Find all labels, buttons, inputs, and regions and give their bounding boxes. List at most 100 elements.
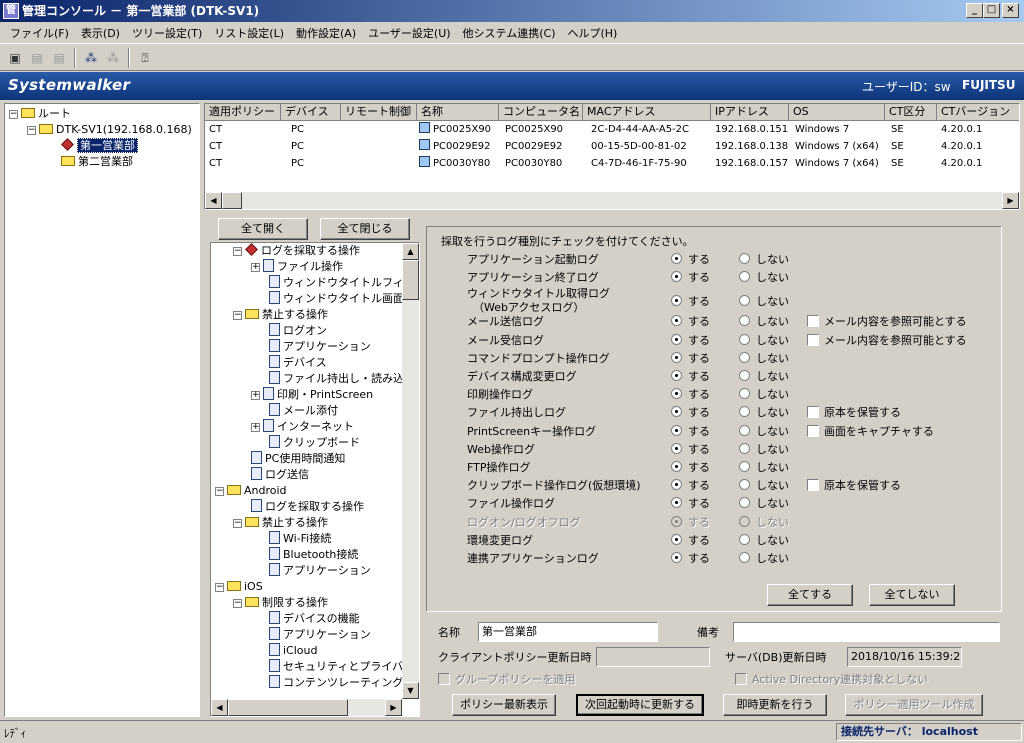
tree-pc-usage[interactable]: PC使用時間通知 (251, 451, 345, 467)
radio-icon[interactable] (739, 271, 750, 283)
tree-ios[interactable]: − iOS (215, 579, 263, 595)
tree-file-export[interactable]: ファイル持出し・読み込 (269, 371, 404, 387)
col-applied-policy[interactable]: 適用ポリシー (205, 104, 281, 121)
radio-icon[interactable] (739, 406, 750, 418)
extra-option-checkbox[interactable]: メール内容を参照可能とする (807, 313, 967, 331)
radio-off[interactable]: しない (739, 441, 789, 459)
radio-on[interactable]: する (671, 477, 710, 495)
radio-icon[interactable] (671, 315, 682, 327)
radio-icon[interactable] (671, 461, 682, 472)
radio-icon[interactable] (671, 424, 682, 436)
col-ct-type[interactable]: CT区分 (885, 104, 937, 121)
scroll-thumb[interactable] (402, 260, 419, 300)
detail-list-icon[interactable]: ▤ (50, 49, 68, 67)
radio-icon[interactable] (739, 333, 750, 345)
all-off-button[interactable]: 全てしない (869, 584, 955, 606)
radio-on[interactable]: する (671, 423, 710, 441)
expand-icon[interactable]: + (251, 423, 260, 432)
col-name[interactable]: 名称 (417, 104, 499, 121)
radio-icon[interactable] (671, 253, 682, 264)
scroll-left-icon[interactable]: ◀ (205, 192, 222, 209)
radio-off[interactable]: しない (739, 550, 789, 568)
radio-icon[interactable] (671, 388, 682, 400)
checkbox-icon[interactable] (807, 479, 819, 492)
radio-on[interactable]: する (671, 332, 710, 350)
radio-icon[interactable] (671, 271, 682, 283)
scroll-left-icon[interactable]: ◀ (211, 699, 228, 716)
collapse-icon[interactable]: − (233, 247, 242, 256)
col-device[interactable]: デバイス (281, 104, 341, 121)
radio-icon[interactable] (739, 370, 750, 381)
tree-bluetooth[interactable]: Bluetooth接続 (269, 547, 358, 563)
menu-user-settings[interactable]: ユーザー設定(U) (362, 22, 456, 41)
radio-off[interactable]: しない (739, 477, 789, 495)
col-ct-version[interactable]: CTバージョン (937, 104, 1019, 121)
tree-android-prohibit[interactable]: − 禁止する操作 (233, 515, 328, 531)
scroll-up-icon[interactable]: ▲ (402, 243, 419, 260)
minimize-button[interactable]: _ (966, 3, 983, 18)
radio-off[interactable]: しない (739, 532, 789, 550)
tree-node-server[interactable]: − DTK-SV1(192.168.0.168) (27, 122, 192, 138)
menu-operation-settings[interactable]: 動作設定(A) (290, 22, 362, 41)
checkbox-icon[interactable] (438, 673, 450, 685)
tree-log-send[interactable]: ログ送信 (251, 467, 309, 483)
radio-icon[interactable] (671, 351, 682, 363)
radio-off[interactable]: しない (739, 404, 789, 422)
collapse-icon[interactable]: − (9, 110, 18, 119)
radio-on[interactable]: する (671, 269, 710, 287)
radio-icon[interactable] (671, 442, 682, 454)
group-policy-checkbox[interactable]: グループポリシーを適用 (438, 673, 575, 687)
radio-off[interactable]: しない (739, 495, 789, 513)
radio-on[interactable]: する (671, 441, 710, 459)
radio-on[interactable]: する (671, 251, 710, 269)
tree-print[interactable]: + 印刷・PrintScreen (251, 387, 373, 403)
radio-icon[interactable] (739, 253, 750, 264)
collapse-icon[interactable]: − (233, 599, 242, 608)
radio-on[interactable]: する (671, 313, 710, 331)
extra-option-checkbox[interactable]: 原本を保管する (807, 404, 901, 422)
radio-on[interactable]: する (671, 293, 710, 311)
tree-security-privacy[interactable]: セキュリティとプライバシ (269, 659, 414, 675)
radio-off[interactable]: しない (739, 514, 789, 532)
menu-help[interactable]: ヘルプ(H) (561, 22, 623, 41)
extra-option-checkbox[interactable]: 画面をキャプチャする (807, 423, 934, 441)
radio-off[interactable]: しない (739, 251, 789, 269)
tree-device[interactable]: デバイス (269, 355, 327, 371)
radio-icon[interactable] (671, 295, 682, 307)
radio-icon[interactable] (671, 370, 682, 381)
tree-clipboard[interactable]: クリップボード (269, 435, 360, 451)
checkbox-icon[interactable] (807, 315, 819, 328)
extra-option-checkbox[interactable]: 原本を保管する (807, 477, 901, 495)
radio-off[interactable]: しない (739, 350, 789, 368)
collapse-icon[interactable]: − (233, 519, 242, 528)
list-h-scrollbar[interactable]: ◀ ▶ (205, 192, 1019, 209)
scroll-right-icon[interactable]: ▶ (1002, 192, 1019, 209)
checkbox-icon[interactable] (807, 406, 819, 419)
tree-ios-app[interactable]: アプリケーション (269, 627, 371, 643)
radio-off[interactable]: しない (739, 269, 789, 287)
radio-off[interactable]: しない (739, 313, 789, 331)
scroll-right-icon[interactable]: ▶ (385, 699, 402, 716)
radio-off[interactable]: しない (739, 332, 789, 350)
expand-icon[interactable]: + (251, 391, 260, 400)
policy-latest-button[interactable]: ポリシー最新表示 (452, 694, 556, 716)
checkbox-icon[interactable] (807, 424, 819, 437)
all-on-button[interactable]: 全てする (767, 584, 853, 606)
help-icon[interactable]: ⍰ (136, 49, 154, 67)
tree-ios-device-func[interactable]: デバイスの機能 (269, 611, 360, 627)
menu-view[interactable]: 表示(D) (75, 22, 126, 41)
expand-all-button[interactable]: 全て開く (218, 218, 308, 240)
radio-on[interactable]: する (671, 386, 710, 404)
radio-icon[interactable] (739, 295, 750, 307)
extra-option-checkbox[interactable]: メール内容を参照可能とする (807, 332, 967, 350)
tree-logon[interactable]: ログオン (269, 323, 327, 339)
radio-off[interactable]: しない (739, 368, 789, 386)
scroll-thumb[interactable] (228, 699, 348, 716)
radio-icon[interactable] (671, 333, 682, 345)
radio-icon[interactable] (671, 497, 682, 509)
collapse-all-button[interactable]: 全て閉じる (320, 218, 410, 240)
radio-off[interactable]: しない (739, 293, 789, 311)
radio-on[interactable]: する (671, 368, 710, 386)
radio-icon[interactable] (671, 552, 682, 563)
tree-wifi[interactable]: Wi-Fi接続 (269, 531, 331, 547)
